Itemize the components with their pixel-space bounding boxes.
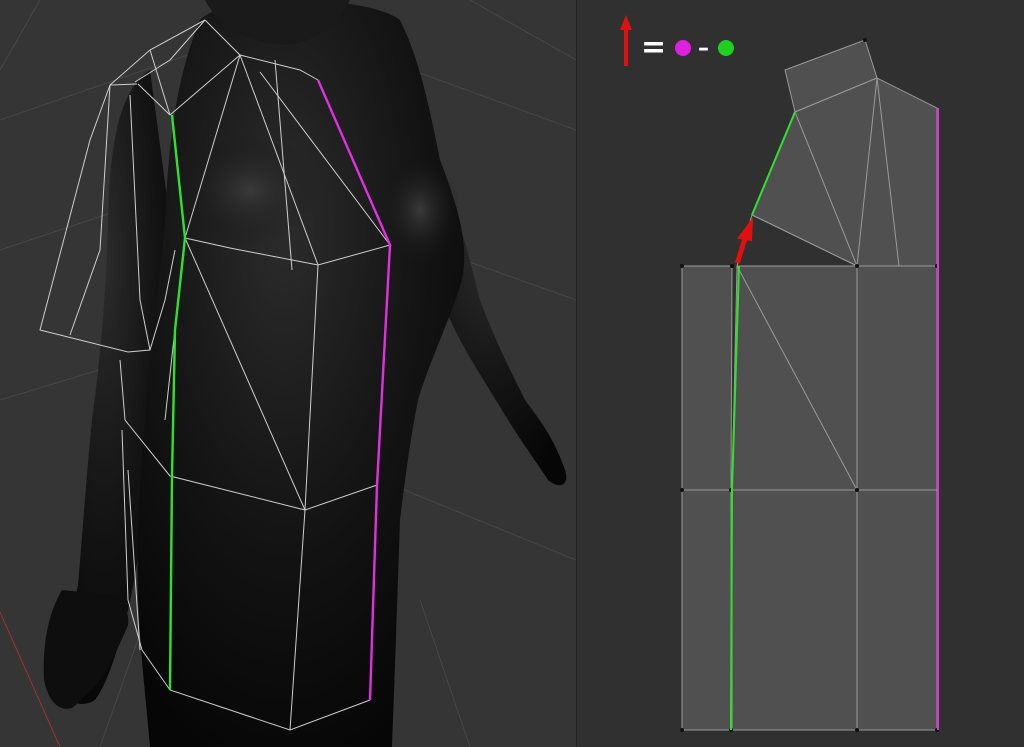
uv-face-side-upper (681, 265, 733, 491)
stage: = – (0, 0, 1024, 747)
3d-viewport-canvas (0, 0, 576, 747)
legend-minus: – (698, 36, 709, 61)
uv-layout-canvas: = – (577, 0, 1024, 747)
legend-equals: = (641, 30, 666, 65)
uv-editor[interactable]: = – (577, 0, 1024, 747)
magenta-dot-icon (675, 40, 691, 56)
uv-face-front-lower-left (731, 489, 858, 731)
uv-face-front-upper-left (731, 265, 858, 491)
3d-viewport[interactable] (0, 0, 576, 747)
uv-face-front-lower-right (856, 489, 938, 731)
uv-face-side-lower (681, 489, 732, 731)
green-dot-icon (718, 40, 734, 56)
uv-face-front-upper-right (856, 265, 938, 491)
